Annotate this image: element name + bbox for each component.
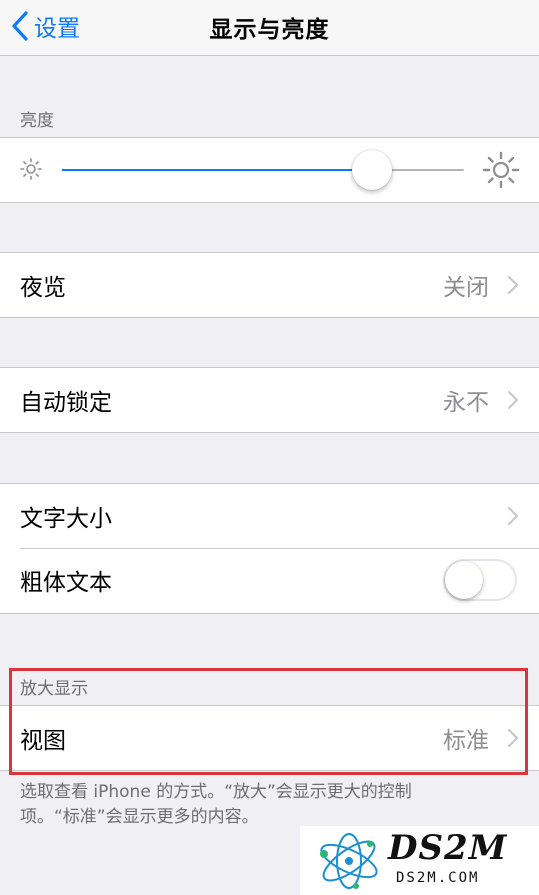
- text-size-label: 文字大小: [20, 506, 112, 532]
- auto-lock-group: 自动锁定 永不: [0, 367, 539, 433]
- auto-lock-value: 永不: [443, 390, 489, 416]
- navigation-bar: 设置 显示与亮度: [0, 0, 539, 56]
- chevron-right-icon: [507, 506, 519, 526]
- watermark-logo: DS2M DS2M.COM: [300, 826, 539, 895]
- bold-text-toggle[interactable]: [443, 559, 517, 601]
- watermark-url-text: DS2M.COM: [396, 870, 480, 886]
- page-title: 显示与亮度: [209, 17, 330, 43]
- sun-large-icon: [482, 151, 520, 189]
- auto-lock-row[interactable]: 自动锁定 永不: [0, 368, 539, 432]
- bold-text-row: 粗体文本: [0, 548, 539, 612]
- chevron-right-icon: [507, 390, 519, 410]
- brightness-section-label: 亮度: [20, 111, 54, 131]
- night-shift-value: 关闭: [443, 275, 489, 301]
- brightness-slider-thumb[interactable]: [351, 150, 392, 190]
- brightness-track[interactable]: [62, 169, 464, 171]
- brightness-group: [0, 137, 539, 203]
- chevron-right-icon: [507, 275, 519, 295]
- zoom-view-label: 视图: [20, 728, 66, 754]
- zoom-group: 视图 标准: [0, 705, 539, 771]
- night-shift-label: 夜览: [20, 275, 66, 301]
- brightness-track-fill: [62, 169, 372, 171]
- bold-text-label: 粗体文本: [20, 570, 112, 596]
- night-shift-group: 夜览 关闭: [0, 252, 539, 318]
- text-settings-group: 文字大小 粗体文本: [0, 483, 539, 614]
- bold-text-toggle-knob: [445, 561, 483, 599]
- night-shift-row[interactable]: 夜览 关闭: [0, 253, 539, 317]
- text-size-row[interactable]: 文字大小: [0, 484, 539, 548]
- zoom-view-value: 标准: [443, 728, 489, 754]
- chevron-right-icon: [507, 728, 519, 748]
- zoom-view-row[interactable]: 视图 标准: [0, 706, 539, 770]
- sun-small-icon: [20, 158, 42, 180]
- auto-lock-label: 自动锁定: [20, 390, 112, 416]
- zoom-footer-note: 选取查看 iPhone 的方式。“放大”会显示更大的控制项。“标准”会显示更多的…: [20, 782, 412, 827]
- zoom-section-label: 放大显示: [20, 679, 88, 699]
- brightness-slider[interactable]: [0, 138, 539, 202]
- atom-logo-icon: [320, 833, 378, 889]
- watermark-logo-text: DS2M: [388, 828, 508, 868]
